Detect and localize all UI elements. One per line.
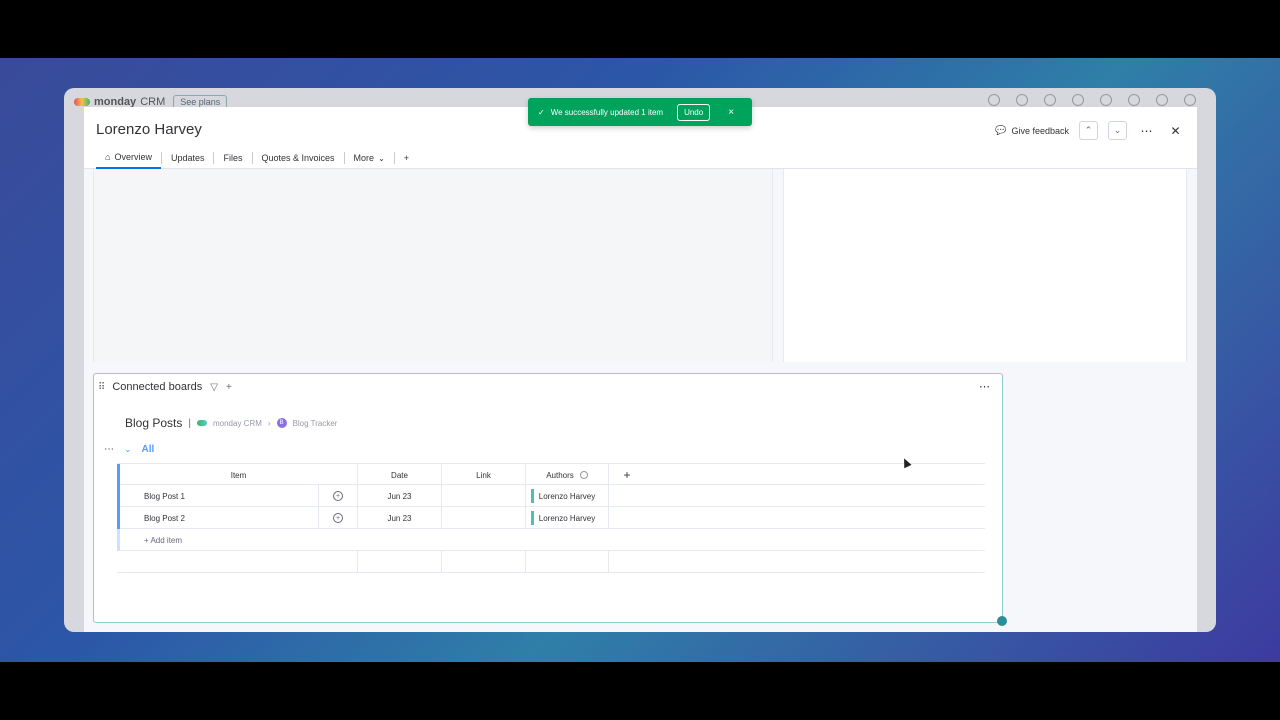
- give-feedback-label: Give feedback: [1011, 125, 1069, 136]
- connection-indicator: [531, 489, 534, 503]
- collapse-chevron-icon[interactable]: ⌄: [124, 444, 132, 455]
- modal-title[interactable]: Lorenzo Harvey: [96, 121, 202, 138]
- feedback-icon: 💬: [995, 125, 1007, 135]
- overview-panel-left: [93, 169, 773, 362]
- add-tab-label: +: [403, 153, 410, 163]
- add-column-button[interactable]: +: [617, 464, 637, 486]
- item-name[interactable]: Blog Post 2: [117, 507, 318, 529]
- monday-logo-icon: [74, 98, 90, 106]
- workspace-icon: [196, 420, 207, 426]
- avatar[interactable]: [1184, 94, 1196, 106]
- title-separator: |: [188, 417, 191, 429]
- items-table: Item Date Link Authors + Blog Post 1 + J…: [117, 463, 985, 573]
- chevron-right-icon: ›: [267, 418, 271, 428]
- item-name[interactable]: Blog Post 1: [117, 485, 318, 507]
- add-item-row: + Add item: [117, 529, 985, 551]
- connected-boards-header: ⠿ Connected boards ▽ + ⋯: [94, 374, 1002, 400]
- undo-button[interactable]: Undo: [677, 103, 711, 121]
- connected-boards-title: Connected boards: [112, 381, 203, 393]
- previous-item-button[interactable]: ⌃: [1079, 121, 1098, 140]
- column-header-link[interactable]: Link: [441, 464, 525, 486]
- board-ref-name[interactable]: Blog Tracker: [293, 419, 338, 428]
- add-tab-button[interactable]: +: [395, 147, 418, 169]
- widget-more-icon[interactable]: ⋯: [979, 380, 990, 393]
- add-update-cell[interactable]: +: [318, 507, 357, 529]
- authors-cell[interactable]: Lorenzo Harvey: [525, 485, 609, 507]
- add-update-icon[interactable]: +: [333, 491, 343, 501]
- link-cell[interactable]: [441, 507, 525, 529]
- author-name: Lorenzo Harvey: [538, 491, 596, 501]
- tab-updates-label: Updates: [170, 153, 205, 163]
- header-actions: 💬 Give feedback ⌃ ⌄ ⋯ ✕: [995, 121, 1185, 140]
- author-name: Lorenzo Harvey: [538, 513, 596, 523]
- link-summary: [441, 551, 525, 573]
- help-icon[interactable]: [1128, 94, 1140, 106]
- workspace-name[interactable]: monday CRM: [213, 419, 262, 428]
- column-header-date[interactable]: Date: [357, 464, 441, 486]
- top-icons: [988, 94, 1196, 106]
- date-cell[interactable]: Jun 23: [357, 485, 441, 507]
- tab-files[interactable]: Files: [214, 147, 251, 169]
- group-header: ⋯ ⌄ All: [104, 444, 154, 455]
- add-icon[interactable]: +: [226, 382, 232, 393]
- group-name[interactable]: All: [142, 444, 155, 455]
- board-icon: B: [276, 418, 287, 428]
- apps-icon[interactable]: [1072, 94, 1084, 106]
- check-icon: ✓: [538, 107, 545, 117]
- authors-header-label: Authors: [546, 470, 574, 480]
- board-name[interactable]: Blog Posts: [125, 416, 182, 430]
- item-modal: Lorenzo Harvey ⌂ Overview Updates Files …: [84, 107, 1197, 632]
- column-header-item[interactable]: Item: [117, 464, 357, 486]
- bell-icon[interactable]: [988, 94, 1000, 106]
- table-row[interactable]: Blog Post 1 + Jun 23 Lorenzo Harvey: [117, 485, 985, 507]
- add-update-cell[interactable]: +: [318, 485, 357, 507]
- grid-icon[interactable]: [1156, 94, 1168, 106]
- date-summary: [357, 551, 441, 573]
- table-header-row: Item Date Link Authors +: [117, 463, 985, 486]
- inbox-icon[interactable]: [1016, 94, 1028, 106]
- authors-cell[interactable]: Lorenzo Harvey: [525, 507, 609, 529]
- group-menu-icon[interactable]: ⋯: [104, 444, 114, 455]
- widget-resize-handle[interactable]: [997, 616, 1007, 626]
- connection-indicator: [531, 511, 534, 525]
- authors-summary: [525, 551, 609, 573]
- tab-quotes-invoices[interactable]: Quotes & Invoices: [253, 147, 344, 169]
- tab-updates[interactable]: Updates: [162, 147, 214, 169]
- add-update-icon[interactable]: +: [333, 513, 343, 523]
- toast-message: We successfully updated 1 item: [550, 107, 664, 117]
- next-item-button[interactable]: ⌄: [1108, 121, 1127, 140]
- column-header-authors[interactable]: Authors: [525, 464, 609, 486]
- overview-panel-right: [783, 169, 1187, 362]
- add-item-button[interactable]: + Add item: [117, 529, 357, 551]
- search-icon[interactable]: [1100, 94, 1112, 106]
- date-cell[interactable]: Jun 23: [357, 507, 441, 529]
- tab-files-label: Files: [223, 153, 243, 163]
- home-icon: ⌂: [105, 152, 111, 162]
- chevron-down-icon: ⌄: [378, 153, 385, 163]
- invite-icon[interactable]: [1044, 94, 1056, 106]
- tab-more[interactable]: More ⌄: [345, 147, 394, 169]
- close-icon[interactable]: ✕: [1166, 121, 1185, 140]
- drag-handle-icon[interactable]: ⠿: [98, 382, 105, 393]
- close-icon[interactable]: ×: [728, 107, 734, 118]
- tab-quotes-label: Quotes & Invoices: [261, 153, 335, 163]
- filter-icon[interactable]: ▽: [210, 382, 218, 393]
- tab-overview-label: Overview: [114, 152, 152, 162]
- board-title-row: Blog Posts | monday CRM › B Blog Tracker: [125, 416, 337, 430]
- success-toast: ✓ We successfully updated 1 item Undo ×: [528, 98, 752, 126]
- give-feedback-button[interactable]: 💬 Give feedback: [995, 125, 1069, 136]
- info-icon[interactable]: [579, 471, 588, 479]
- table-row[interactable]: Blog Post 2 + Jun 23 Lorenzo Harvey: [117, 507, 985, 529]
- link-cell[interactable]: [441, 485, 525, 507]
- tab-overview[interactable]: ⌂ Overview: [96, 147, 161, 169]
- modal-tabs: ⌂ Overview Updates Files Quotes & Invoic…: [96, 147, 418, 169]
- more-options-icon[interactable]: ⋯: [1137, 121, 1156, 140]
- connected-boards-widget: ⠿ Connected boards ▽ + ⋯ Blog Posts | mo…: [93, 373, 1003, 623]
- summary-row: [117, 551, 985, 573]
- tab-more-label: More: [353, 153, 375, 163]
